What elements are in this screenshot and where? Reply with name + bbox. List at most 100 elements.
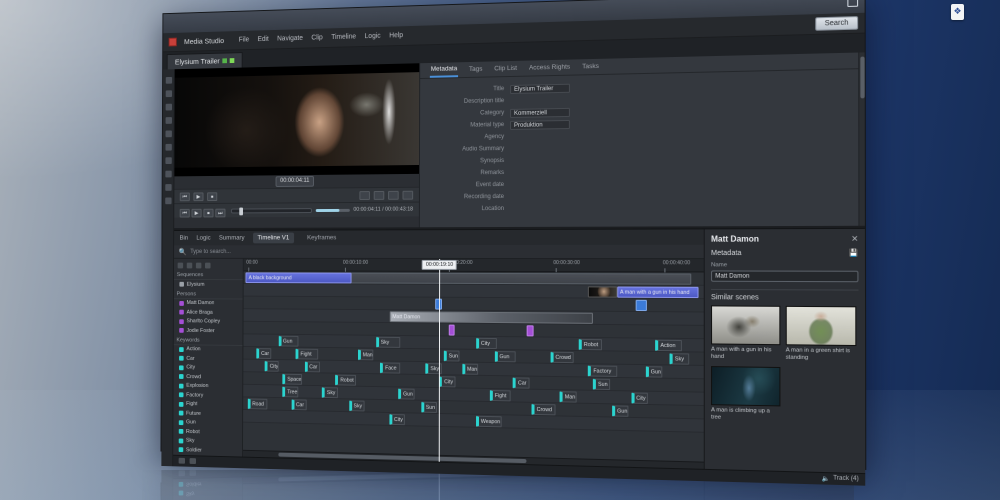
- transport-button[interactable]: ▶: [192, 209, 202, 218]
- menu-item-edit[interactable]: Edit: [258, 36, 269, 43]
- timeline-clip[interactable]: [448, 325, 454, 336]
- close-icon[interactable]: ✕: [851, 234, 858, 243]
- field-value[interactable]: [510, 168, 570, 178]
- timeline-clip[interactable]: Factory: [588, 365, 617, 377]
- timeline-clip[interactable]: Car: [513, 377, 529, 388]
- similar-scene-card[interactable]: A man is climbing up a tree: [711, 366, 780, 423]
- timeline-menu-summary[interactable]: Summary: [219, 235, 245, 242]
- timeline-clip[interactable]: Gun: [612, 405, 629, 417]
- timeline-clip[interactable]: Weapon: [476, 416, 501, 428]
- timeline-clip[interactable]: Tree: [282, 386, 297, 397]
- status-icon[interactable]: [179, 458, 185, 464]
- timeline-clip[interactable]: City: [265, 361, 278, 372]
- timeline-clip[interactable]: Crowd: [532, 404, 555, 416]
- menu-item-navigate[interactable]: Navigate: [277, 35, 303, 43]
- timeline-clip[interactable]: Gun: [494, 351, 515, 362]
- tool-icon[interactable]: [165, 144, 171, 151]
- timeline-clip[interactable]: Car: [291, 399, 306, 410]
- tab-access-rights[interactable]: Access Rights: [528, 61, 571, 75]
- tool-icon[interactable]: [165, 197, 171, 204]
- menu-item-timeline[interactable]: Timeline: [331, 33, 356, 41]
- timeline-clip[interactable]: Man: [560, 391, 577, 402]
- field-value[interactable]: [510, 144, 570, 154]
- field-value[interactable]: [510, 156, 570, 166]
- timeline-clip[interactable]: City: [476, 338, 497, 349]
- timeline-clip[interactable]: Sky: [322, 387, 338, 398]
- timeline-clip[interactable]: Sky: [670, 353, 689, 365]
- transport-button[interactable]: ⏭: [215, 209, 225, 218]
- transport-button[interactable]: ▶: [193, 192, 203, 201]
- timeline-clip[interactable]: Fight: [296, 349, 318, 360]
- timeline-clip[interactable]: Space: [283, 374, 303, 385]
- scene-thumbnail[interactable]: [711, 305, 780, 345]
- timeline-clip[interactable]: City: [389, 414, 405, 425]
- player-aux-button[interactable]: [403, 190, 414, 199]
- timeline-menu-bin[interactable]: Bin: [180, 235, 189, 242]
- player-aux-button[interactable]: [359, 191, 370, 200]
- timeline-clip[interactable]: Gun: [646, 366, 663, 377]
- bin-tool-icon[interactable]: [178, 263, 183, 269]
- timeline-clip[interactable]: Road: [248, 398, 268, 409]
- name-input[interactable]: Matt Damon: [711, 270, 858, 282]
- field-value[interactable]: Elysium Trailer: [510, 83, 570, 93]
- player-aux-button[interactable]: [374, 190, 385, 199]
- field-value[interactable]: Kommerziell: [510, 107, 570, 117]
- scene-thumbnail[interactable]: [711, 366, 780, 406]
- timeline-clip[interactable]: Matt Damon: [389, 311, 593, 324]
- timeline-ruler[interactable]: 00:0000:00:10:0000:00:20:0000:00:30:0000…: [244, 259, 704, 273]
- timeline-clip[interactable]: [636, 300, 647, 311]
- timeline-clip[interactable]: Man: [462, 364, 478, 375]
- timeline-menu-logic[interactable]: Logic: [196, 235, 210, 242]
- timeline-clip[interactable]: Crowd: [550, 352, 574, 363]
- bin-item[interactable]: Matt Damon: [174, 299, 243, 309]
- timeline-clip[interactable]: Action: [655, 340, 682, 352]
- playhead-timecode-chip[interactable]: 00:00:19:10: [422, 260, 457, 270]
- timeline-clip[interactable]: Car: [256, 348, 271, 359]
- tool-icon[interactable]: [165, 171, 171, 178]
- scene-thumbnail[interactable]: [786, 306, 857, 346]
- tab-tags[interactable]: Tags: [468, 63, 483, 76]
- timeline-clip[interactable]: Sky: [349, 400, 365, 411]
- timeline-clip[interactable]: City: [631, 392, 648, 404]
- field-value[interactable]: [510, 204, 570, 213]
- tab-tasks[interactable]: Tasks: [581, 60, 600, 74]
- timeline-clip[interactable]: Face: [380, 362, 400, 373]
- timeline-clip[interactable]: [588, 286, 617, 297]
- field-value[interactable]: Produktion: [510, 119, 570, 129]
- transport-button[interactable]: ⏮: [180, 209, 190, 218]
- scrub-handle[interactable]: [240, 207, 244, 215]
- tool-icon[interactable]: [165, 90, 171, 97]
- timeline-clip[interactable]: Sun: [593, 379, 610, 390]
- timeline-clip[interactable]: Robot: [336, 375, 356, 386]
- volume-slider[interactable]: [315, 208, 349, 211]
- timeline-clip[interactable]: Fight: [490, 390, 511, 401]
- search-button[interactable]: Search: [815, 16, 858, 31]
- timeline-clip[interactable]: Sky: [376, 337, 401, 348]
- bin-tool-icon[interactable]: [196, 263, 202, 269]
- field-value[interactable]: [510, 132, 570, 142]
- transport-button[interactable]: ⏹: [203, 209, 213, 218]
- menu-item-clip[interactable]: Clip: [311, 34, 322, 41]
- similar-scene-card[interactable]: A man with a gun in his hand: [711, 305, 780, 361]
- tool-icon[interactable]: [165, 104, 171, 111]
- player-aux-button[interactable]: [388, 190, 399, 199]
- transport-button[interactable]: ⏹: [207, 192, 217, 201]
- status-icon[interactable]: [190, 458, 196, 464]
- field-value[interactable]: [510, 180, 570, 190]
- tool-icon[interactable]: [165, 77, 171, 84]
- field-value[interactable]: [510, 95, 570, 105]
- transport-button[interactable]: ⏮: [180, 192, 190, 201]
- tool-icon[interactable]: [165, 157, 171, 164]
- timeline-clip[interactable]: A man with a gun in his hand: [617, 286, 699, 298]
- timeline-clip[interactable]: Sun: [421, 402, 437, 413]
- tab-metadata[interactable]: Metadata: [430, 62, 458, 78]
- video-viewer[interactable]: [174, 63, 419, 176]
- bin-item[interactable]: Elysium: [174, 280, 243, 289]
- menu-item-logic[interactable]: Logic: [365, 33, 381, 40]
- tab-clip-list[interactable]: Clip List: [493, 62, 518, 76]
- timeline-clip[interactable]: Car: [305, 361, 321, 372]
- timeline-tab-keyframes[interactable]: Keyframes: [302, 232, 341, 243]
- tool-icon[interactable]: [165, 184, 171, 191]
- inspector-scrollbar[interactable]: [858, 52, 865, 225]
- field-value[interactable]: [510, 192, 570, 201]
